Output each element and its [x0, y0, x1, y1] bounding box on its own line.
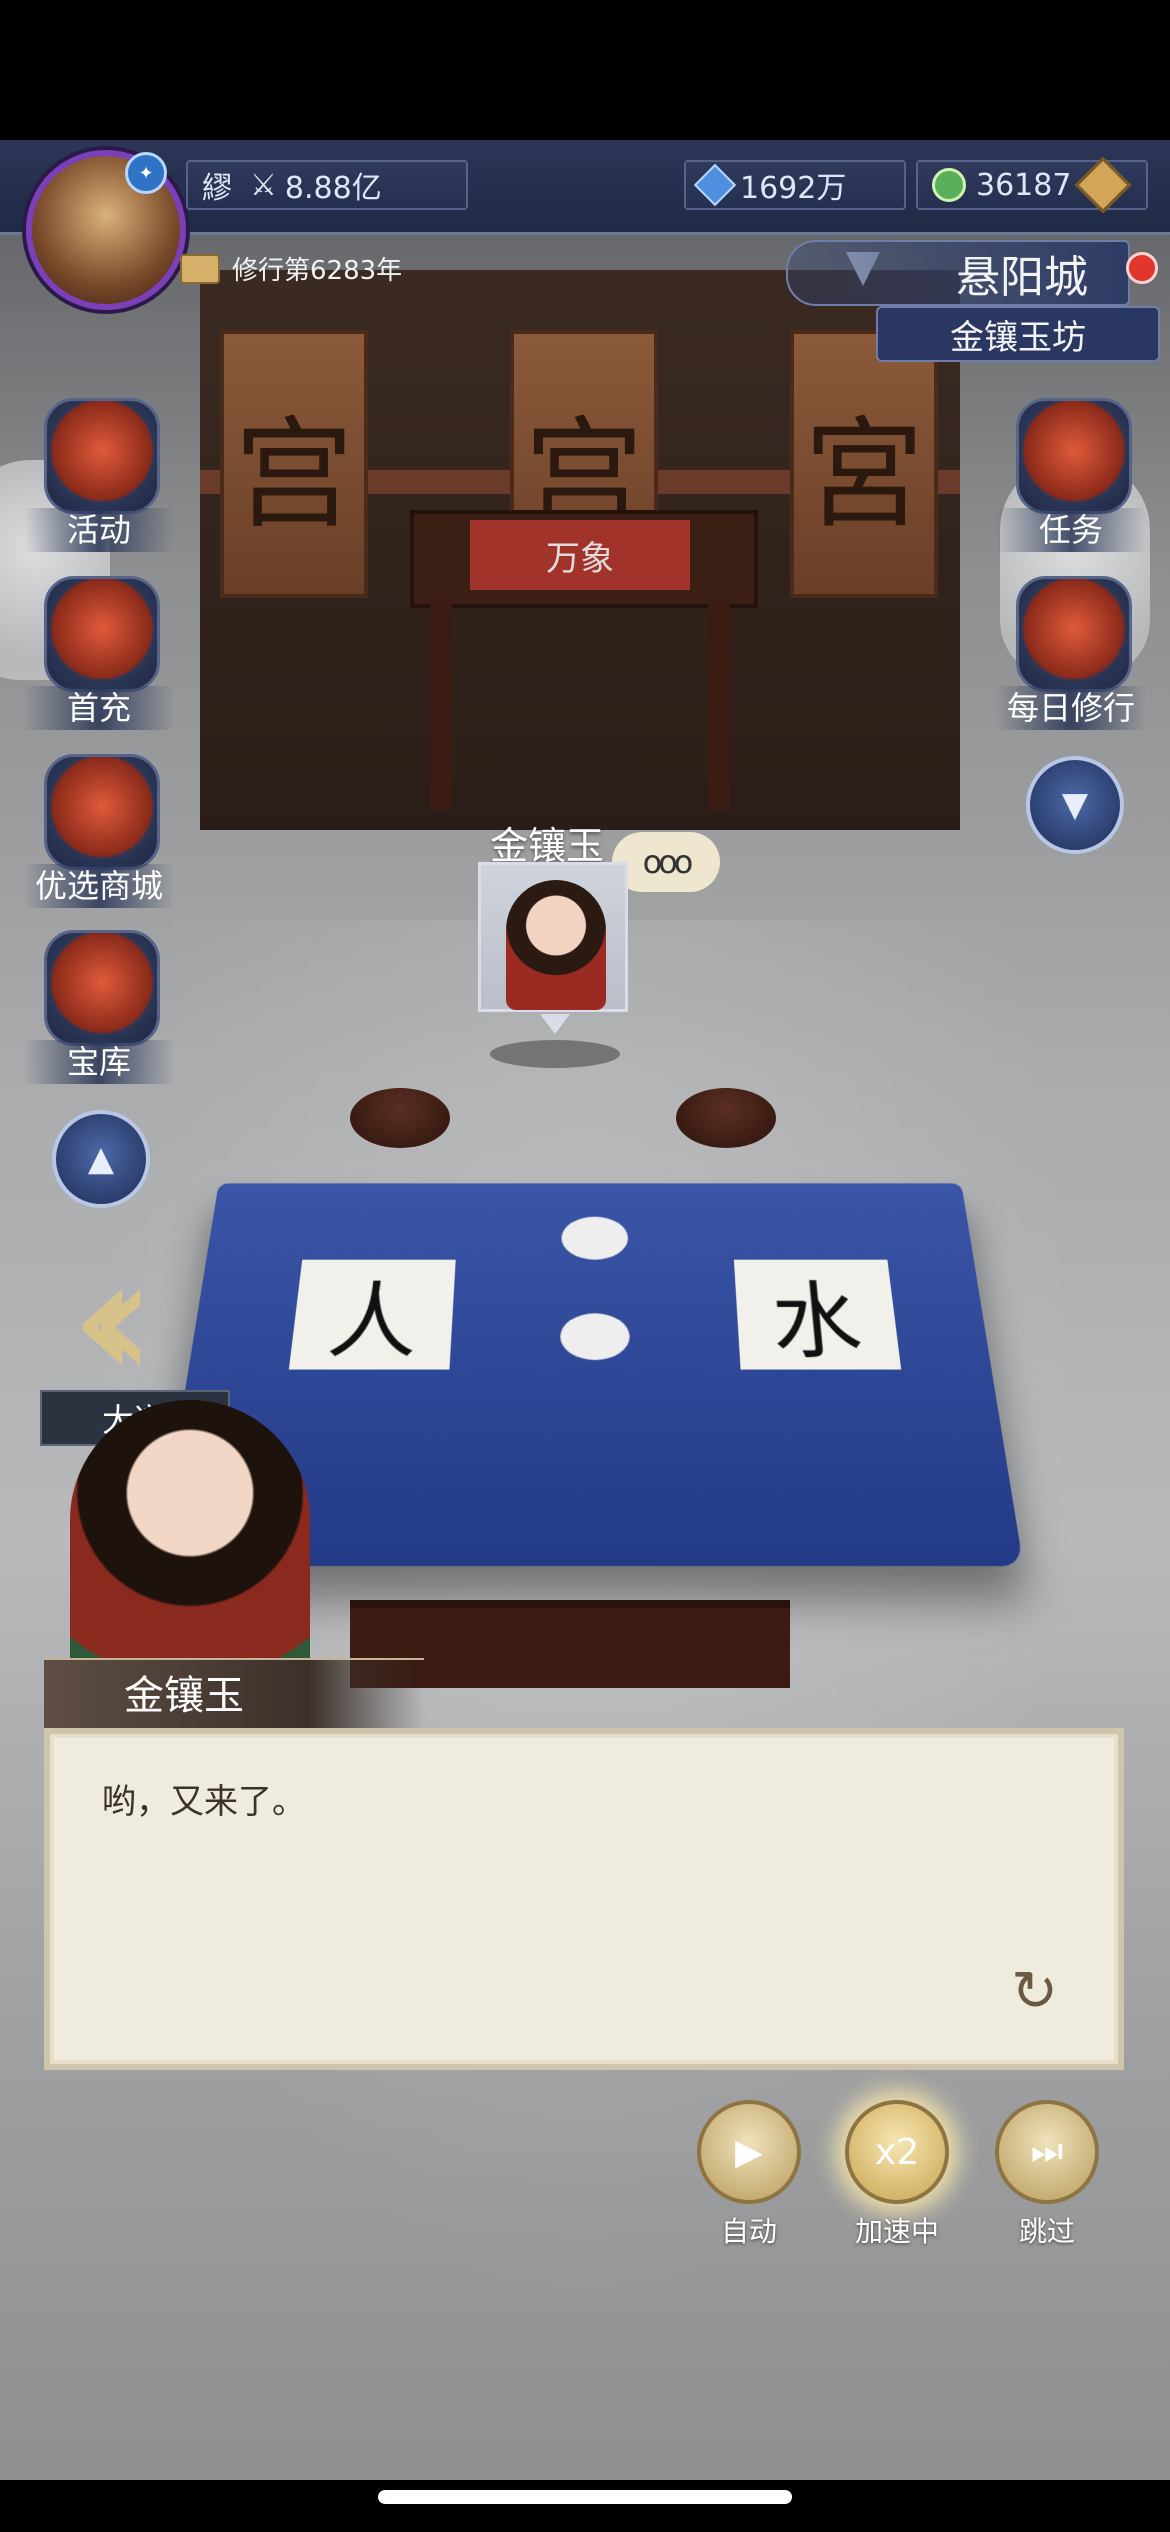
jade-coin-icon [932, 168, 966, 202]
auto-play-label: 自动 [720, 2215, 777, 2248]
dialog-box[interactable]: 哟，又来了。 ↻ [44, 1728, 1124, 2070]
teacup [561, 1216, 629, 1260]
play-icon: ▶ [697, 2100, 801, 2204]
jade-coin-pill[interactable]: 36187 [916, 156, 1148, 214]
continue-arrow-icon[interactable]: ↻ [1011, 1959, 1058, 2024]
menu-daily-cultivation-label: 每日修行 [996, 686, 1146, 730]
skip-icon: ⏭ [995, 2100, 1099, 2204]
menu-first-recharge-button[interactable]: 首充 [24, 576, 174, 736]
location-place[interactable]: 金镶玉坊 [876, 306, 1160, 362]
cultivation-year: 修行第6283年 [180, 250, 402, 287]
menu-first-recharge-label: 首充 [24, 686, 174, 730]
power-value: 8.88亿 [284, 171, 382, 206]
lantern-icon [44, 398, 160, 514]
cultivation-year-text: 修行第6283年 [232, 256, 403, 286]
speed-up-label: 加速中 [854, 2215, 939, 2248]
speed-up-button[interactable]: x2 加速中 [842, 2100, 952, 2250]
altar-leg [430, 600, 452, 810]
gift-box-icon [44, 754, 160, 870]
menu-task-label: 任务 [996, 508, 1146, 552]
treasure-box-icon [44, 930, 160, 1046]
npc-portrait-marker[interactable] [478, 862, 628, 1012]
player-name: 繆 [202, 171, 232, 206]
spirit-stone-value: 1692万 [740, 171, 847, 206]
menu-task-button[interactable]: 任务 [996, 398, 1146, 558]
speech-bubble-icon: ooo [612, 832, 720, 892]
stool [676, 1088, 776, 1148]
chevron-up-icon: ▲ [87, 1139, 115, 1179]
wall-plaque-left: 宫 [220, 330, 368, 598]
spirit-stone-pill[interactable]: 1692万 [684, 160, 906, 210]
money-bag-icon [44, 576, 160, 692]
collapse-menu-up-button[interactable]: ▲ [52, 1110, 150, 1208]
player-power-pill[interactable]: 繆 ⚔ 8.88亿 [186, 160, 468, 210]
altar-leg [708, 600, 730, 810]
skip-button[interactable]: ⏭ 跳过 [992, 2100, 1102, 2250]
menu-shop-button[interactable]: 优选商城 [24, 754, 174, 914]
calligraphy-paper-left: 人 [288, 1259, 456, 1371]
calligraphy-paper-right: 水 [733, 1259, 902, 1371]
altar-cloth: 万象 [470, 520, 690, 590]
scroll-icon [180, 253, 220, 284]
expand-menu-down-button[interactable]: ▼ [1026, 756, 1124, 854]
stool [350, 1088, 450, 1148]
speed-x2-icon: x2 [845, 2100, 949, 2204]
menu-shop-label: 优选商城 [24, 864, 174, 908]
teacup [560, 1313, 630, 1360]
wall-plaque-right: 宮 [790, 330, 938, 598]
menu-treasury-button[interactable]: 宝库 [24, 930, 174, 1090]
menu-activity-button[interactable]: 活动 [24, 398, 174, 558]
add-currency-icon[interactable] [1075, 156, 1132, 214]
auto-play-button[interactable]: ▶ 自动 [694, 2100, 804, 2250]
scroll-icon [1016, 398, 1132, 514]
vip-badge-icon: ✦ [125, 152, 167, 194]
home-indicator[interactable] [378, 2490, 792, 2504]
notification-dot [1126, 252, 1158, 284]
menu-activity-label: 活动 [24, 508, 174, 552]
power-icon: ⚔ [250, 167, 277, 203]
dialog-speaker-name: 金镶玉 [44, 1658, 424, 1730]
npc-shadow [490, 1040, 620, 1068]
location-city[interactable]: 悬阳城 [786, 240, 1130, 306]
menu-treasury-label: 宝库 [24, 1040, 174, 1084]
npc-avatar [506, 880, 606, 1010]
jade-coin-value: 36187 [976, 167, 1072, 203]
skip-label: 跳过 [1018, 2215, 1075, 2248]
dialog-text: 哟，又来了。 [102, 1782, 306, 1822]
back-arrow-icon[interactable]: ‹‹ [70, 1220, 156, 1418]
altar-table: 万象 [410, 510, 758, 810]
spirit-stone-icon [693, 163, 737, 207]
menu-daily-cultivation-button[interactable]: 每日修行 [996, 576, 1146, 736]
book-icon [1016, 576, 1132, 692]
chevron-down-icon: ▼ [1061, 785, 1089, 825]
